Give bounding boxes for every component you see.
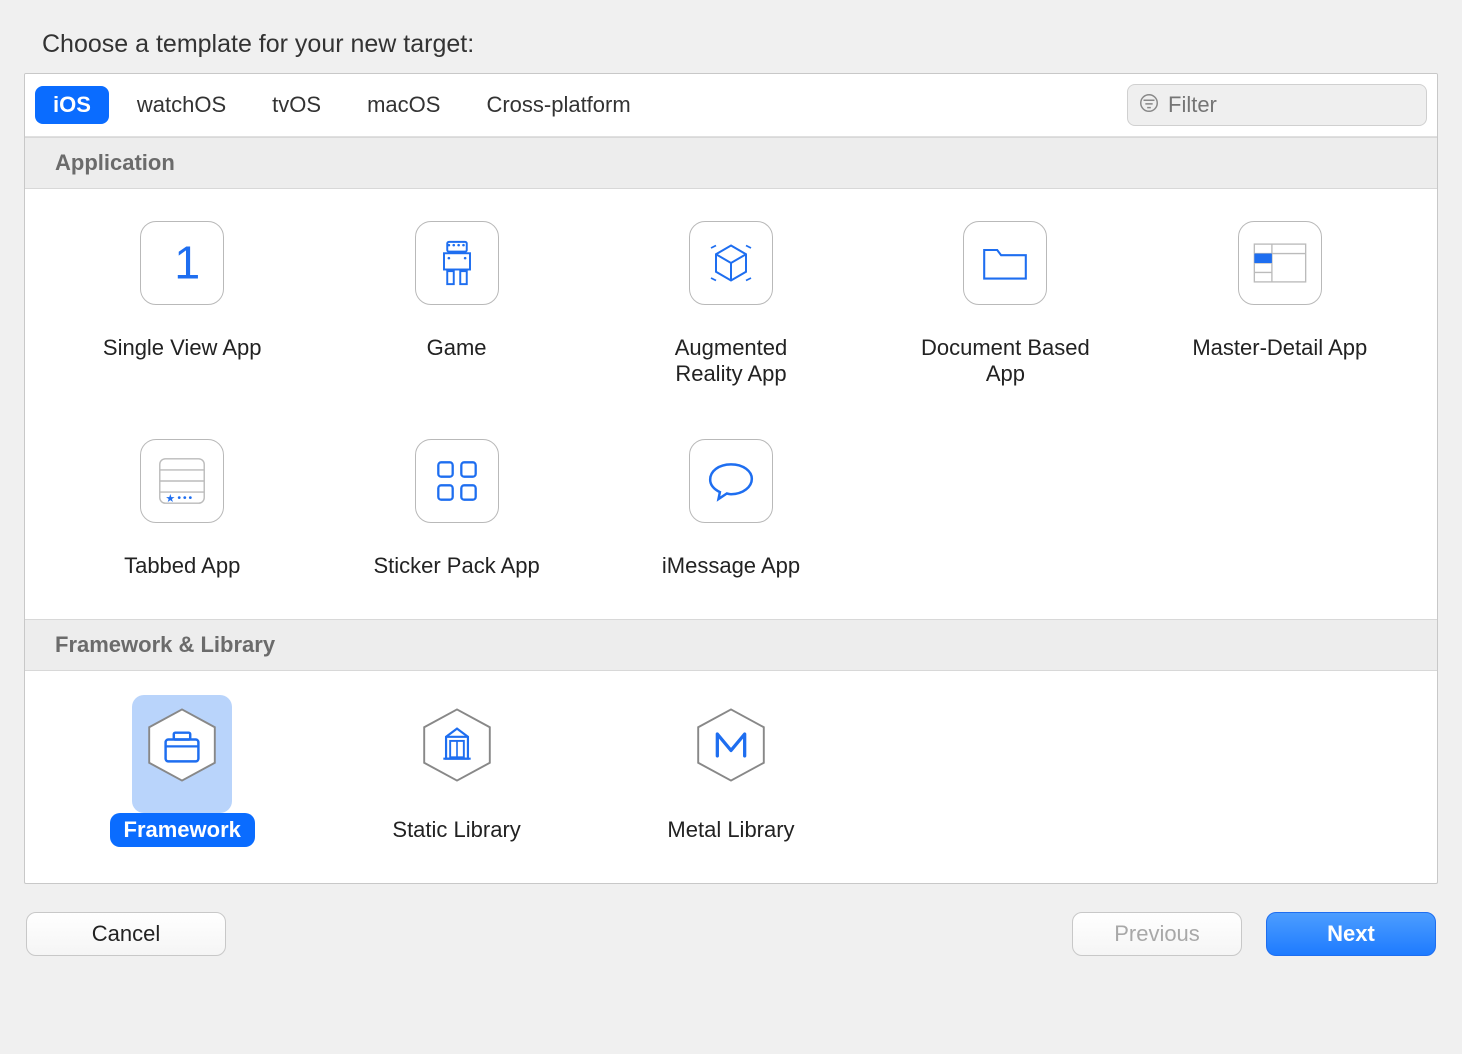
framework-grid: Framework Static Library [25,671,1437,883]
static-library-icon [415,703,499,787]
template-metal-library[interactable]: Metal Library [594,695,868,847]
filter-field[interactable] [1127,84,1427,126]
filter-input[interactable] [1168,92,1416,118]
template-label: Tabbed App [110,549,254,583]
next-button[interactable]: Next [1266,912,1436,956]
tab-macos[interactable]: macOS [349,86,458,124]
template-master-detail-app[interactable]: Master-Detail App [1143,213,1417,391]
template-label: Sticker Pack App [359,549,553,583]
template-sticker-pack-app[interactable]: Sticker Pack App [319,431,593,583]
template-label: Game [413,331,501,365]
section-header-framework: Framework & Library [25,619,1437,671]
template-game[interactable]: Game [319,213,593,391]
template-label: Augmented Reality App [626,331,836,391]
template-imessage-app[interactable]: iMessage App [594,431,868,583]
game-icon [415,221,499,305]
template-augmented-reality-app[interactable]: Augmented Reality App [594,213,868,391]
tab-ios[interactable]: iOS [35,86,109,124]
dialog-footer: Cancel Previous Next [24,912,1438,956]
imessage-app-icon [689,439,773,523]
template-label: Framework [110,813,255,847]
template-label: Document Based App [900,331,1110,391]
tabbed-app-icon: ★ [140,439,224,523]
tab-tvos[interactable]: tvOS [254,86,339,124]
cancel-button[interactable]: Cancel [26,912,226,956]
template-framework[interactable]: Framework [45,695,319,847]
document-app-icon [963,221,1047,305]
previous-button[interactable]: Previous [1072,912,1242,956]
section-header-application: Application [25,137,1437,189]
template-label: Static Library [378,813,534,847]
dialog-title: Choose a template for your new target: [42,30,1438,59]
svg-text:1: 1 [174,237,200,289]
platform-tabbar: iOS watchOS tvOS macOS Cross-platform [25,74,1437,137]
template-panel: iOS watchOS tvOS macOS Cross-platform Ap… [24,73,1438,884]
filter-icon [1138,92,1168,119]
master-detail-app-icon [1238,221,1322,305]
tab-cross-platform[interactable]: Cross-platform [468,86,648,124]
template-label: Single View App [89,331,276,365]
template-tabbed-app[interactable]: ★ Tabbed App [45,431,319,583]
single-view-app-icon: 1 [140,221,224,305]
template-single-view-app[interactable]: 1 Single View App [45,213,319,391]
template-static-library[interactable]: Static Library [319,695,593,847]
template-label: Master-Detail App [1178,331,1381,365]
template-document-based-app[interactable]: Document Based App [868,213,1142,391]
svg-text:★: ★ [166,493,176,505]
framework-icon [140,703,224,787]
application-grid: 1 Single View App Game [25,189,1437,619]
ar-app-icon [689,221,773,305]
sticker-pack-icon [415,439,499,523]
template-label: Metal Library [653,813,808,847]
tab-watchos[interactable]: watchOS [119,86,244,124]
metal-library-icon [689,703,773,787]
template-label: iMessage App [648,549,814,583]
